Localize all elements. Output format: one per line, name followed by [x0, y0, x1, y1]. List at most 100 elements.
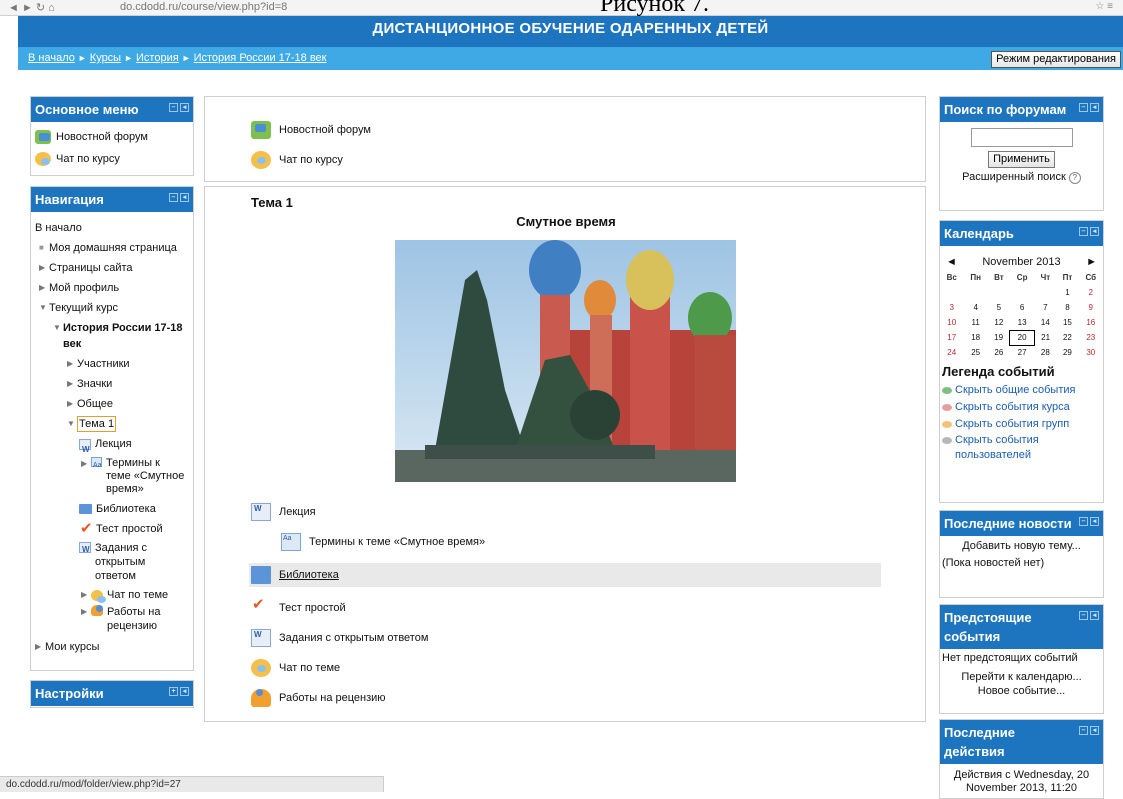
block-controls[interactable]: – ◂	[1079, 726, 1099, 735]
collapse-icon[interactable]: –	[1079, 517, 1088, 526]
calendar-day: 26	[994, 348, 1004, 357]
activity-topic-chat[interactable]: Чат по теме	[251, 653, 428, 683]
menu-item-news-forum[interactable]: Новостной форум	[35, 126, 189, 148]
breadcrumb-course[interactable]: История России 17-18 век	[194, 52, 327, 64]
calendar-day: 2	[1088, 288, 1093, 297]
block-controls[interactable]: – ◂	[1079, 611, 1099, 620]
activity-course-chat[interactable]: Чат по курсу	[251, 145, 371, 175]
help-icon[interactable]: ?	[1068, 172, 1081, 184]
calendar-month: November 2013	[982, 256, 1061, 268]
activity-open-tasks[interactable]: Задания с открытым ответом	[251, 623, 428, 653]
activity-library-row[interactable]: Библиотека	[249, 563, 881, 587]
legend-hide-user[interactable]: Скрыть события пользователей	[942, 433, 1101, 463]
dock-icon[interactable]: ◂	[180, 687, 189, 696]
collapse-icon[interactable]: –	[169, 193, 178, 202]
quiz-icon	[79, 519, 93, 539]
block-controls[interactable]: – ◂	[169, 193, 189, 202]
nav-general[interactable]: ▶ Общее	[35, 394, 189, 414]
add-topic-link[interactable]: Добавить новую тему...	[940, 540, 1103, 552]
breadcrumb-separator-icon: ►	[77, 53, 87, 63]
breadcrumb-home[interactable]: В начало	[28, 52, 75, 64]
nav-quiz[interactable]: Тест простой	[35, 519, 189, 539]
settings-header[interactable]: Настройки + ◂	[31, 681, 193, 706]
calendar-day-today[interactable]: 20	[1009, 329, 1035, 346]
collapse-icon[interactable]: –	[169, 103, 178, 112]
breadcrumb-history[interactable]: История	[136, 52, 179, 64]
recent-activity-block: Последние действия – ◂ Действия с Wednesd…	[939, 719, 1104, 799]
activity-label: Новостной форум	[279, 124, 371, 136]
activity-lecture[interactable]: Лекция	[251, 497, 485, 527]
expand-icon[interactable]: +	[169, 687, 178, 696]
chat-icon	[251, 659, 271, 677]
nav-course[interactable]: ▼ История России 17-18 век	[35, 320, 189, 352]
activity-workshop[interactable]: Работы на рецензию	[251, 683, 428, 713]
nav-glossary[interactable]: ▶Термины к теме «Смутное время»	[35, 457, 189, 496]
block-controls[interactable]: – ◂	[1079, 517, 1099, 526]
next-month-icon[interactable]: ►	[1086, 256, 1097, 268]
nav-badges[interactable]: ▶ Значки	[35, 374, 189, 394]
nav-lecture[interactable]: Лекция	[35, 434, 189, 460]
goto-calendar-link[interactable]: Перейти к календарю...	[940, 671, 1103, 683]
nav-library[interactable]: Библиотека	[35, 499, 189, 519]
chat-icon	[35, 152, 51, 166]
nav-open-tasks[interactable]: Задания с открытым ответом	[35, 541, 189, 583]
block-controls[interactable]: – ◂	[1079, 103, 1099, 112]
breadcrumb-courses[interactable]: Курсы	[90, 52, 121, 64]
dock-icon[interactable]: ◂	[1090, 611, 1099, 620]
new-event-link[interactable]: Новое событие...	[940, 685, 1103, 697]
nav-workshop[interactable]: ▶ Работы на рецензию	[35, 605, 189, 633]
calendar-grid: Вс Пн Вт Ср Чт Пт Сб 1 2 3 4 5 6 7 8 9 1…	[940, 270, 1103, 360]
address-bar[interactable]: do.cdodd.ru/course/view.php?id=8	[120, 1, 287, 13]
apply-search-button[interactable]: Применить	[988, 151, 1055, 168]
collapse-icon[interactable]: –	[1079, 611, 1088, 620]
activity-quiz[interactable]: Тест простой	[251, 593, 428, 623]
nav-my-courses[interactable]: ▶ Мои курсы	[35, 637, 189, 657]
recent-activity-header: Последние действия – ◂	[940, 720, 1103, 764]
nav-site-pages[interactable]: ▶ Страницы сайта	[35, 258, 189, 278]
calendar-day: 27	[1017, 348, 1027, 358]
dock-icon[interactable]: ◂	[180, 103, 189, 112]
block-controls[interactable]: – ◂	[169, 103, 189, 112]
nav-participants[interactable]: ▶ Участники	[35, 354, 189, 374]
prev-month-icon[interactable]: ◄	[946, 256, 957, 268]
forum-search-input[interactable]	[970, 128, 1073, 147]
browser-nav-icons[interactable]: ◄ ► ↻ ⌂	[8, 1, 55, 14]
expand-arrow-icon: ▶	[81, 607, 88, 616]
calendar-day: 12	[994, 318, 1004, 327]
legend-hide-global[interactable]: Скрыть общие события	[942, 382, 1101, 399]
activity-glossary[interactable]: Термины к теме «Смутное время»	[251, 527, 485, 557]
nav-topic-1[interactable]: ▼ Тема 1	[35, 414, 189, 434]
moodle-page: ДИСТАНЦИОННОЕ ОБУЧЕНИЕ ОДАРЕННЫХ ДЕТЕЙ В…	[18, 16, 1123, 799]
legend-hide-course[interactable]: Скрыть события курса	[942, 399, 1101, 416]
nav-my-profile[interactable]: ▶ Мой профиль	[35, 278, 189, 298]
dock-icon[interactable]: ◂	[1090, 103, 1099, 112]
browser-toolbar: ◄ ► ↻ ⌂ do.cdodd.ru/course/view.php?id=8…	[0, 0, 1123, 16]
activity-news-forum[interactable]: Новостной форум	[251, 115, 371, 145]
block-controls[interactable]: + ◂	[169, 687, 189, 696]
activity-label[interactable]: Библиотека	[279, 569, 339, 581]
nav-label: Моя домашняя страница	[49, 242, 177, 254]
nav-label: Термины к теме «Смутное время»	[106, 457, 185, 495]
forum-icon	[35, 130, 51, 144]
nav-home[interactable]: В начало	[35, 218, 189, 238]
latest-news-block: Последние новости – ◂ Добавить новую тему…	[939, 510, 1104, 598]
dock-icon[interactable]: ◂	[1090, 726, 1099, 735]
expand-arrow-icon: ▶	[67, 379, 74, 388]
menu-item-course-chat[interactable]: Чат по курсу	[35, 148, 189, 170]
block-controls[interactable]: – ◂	[1079, 227, 1099, 236]
activity-label: Задания с открытым ответом	[279, 632, 429, 644]
dock-icon[interactable]: ◂	[1090, 227, 1099, 236]
nav-topic-chat[interactable]: ▶ Чат по теме	[35, 585, 189, 605]
activity-library[interactable]: Библиотека	[249, 563, 881, 587]
nav-current-course[interactable]: ▼ Текущий курс	[35, 298, 189, 318]
collapse-icon[interactable]: –	[1079, 227, 1088, 236]
legend-hide-group[interactable]: Скрыть события групп	[942, 416, 1101, 433]
collapse-icon[interactable]: –	[1079, 726, 1088, 735]
nav-my-home[interactable]: ■ Моя домашняя страница	[35, 238, 189, 258]
edit-mode-button[interactable]: Режим редактирования	[991, 51, 1121, 68]
dock-icon[interactable]: ◂	[180, 193, 189, 202]
window-controls[interactable]: ☆ ≡	[1095, 1, 1113, 12]
advanced-search-link[interactable]: Расширенный поиск ?	[940, 171, 1103, 184]
dock-icon[interactable]: ◂	[1090, 517, 1099, 526]
collapse-icon[interactable]: –	[1079, 103, 1088, 112]
